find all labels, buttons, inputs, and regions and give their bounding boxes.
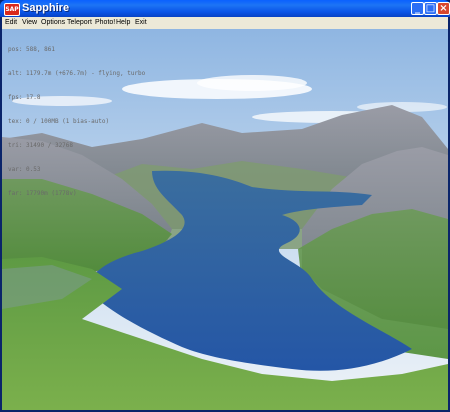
- window-title: Sapphire: [22, 2, 70, 14]
- menu-edit[interactable]: Edit: [4, 17, 18, 29]
- cloud: [197, 75, 307, 91]
- menu-photo[interactable]: Photo!: [94, 17, 116, 29]
- hud-far: far: 17790m (1778v): [8, 190, 77, 197]
- menu-exit[interactable]: Exit: [134, 17, 148, 29]
- hud-tex: tex: 0 / 100MB (1 bias-auto): [8, 118, 110, 125]
- close-button[interactable]: ×: [437, 2, 450, 15]
- menu-help[interactable]: Help: [115, 17, 131, 29]
- title-bar[interactable]: SAP Sapphire _ □ ×: [0, 0, 450, 17]
- hud-var: var: 0.53: [8, 166, 41, 173]
- terrain-viewport[interactable]: pos: 588, 861 alt: 1179.7m (+676.7m) - f…: [2, 29, 448, 410]
- maximize-button[interactable]: □: [424, 2, 437, 15]
- hud-stats: pos: 588, 861 alt: 1179.7m (+676.7m) - f…: [8, 30, 145, 214]
- menu-bar: Edit View Options Teleport Photo! Help E…: [2, 17, 448, 29]
- menu-options[interactable]: Options: [40, 17, 66, 29]
- hud-pos: pos: 588, 861: [8, 46, 55, 53]
- hud-fps: fps: 17.8: [8, 94, 41, 101]
- hud-tri: tri: 31490 / 32768: [8, 142, 74, 149]
- app-window: SAP Sapphire _ □ × Edit View Options Tel…: [0, 0, 450, 412]
- menu-teleport[interactable]: Teleport: [66, 17, 93, 29]
- menu-view[interactable]: View: [21, 17, 38, 29]
- minimize-button[interactable]: _: [411, 2, 424, 15]
- hud-alt: alt: 1179.7m (+676.7m) - flying, turbo: [8, 70, 146, 77]
- app-icon: SAP: [4, 3, 20, 16]
